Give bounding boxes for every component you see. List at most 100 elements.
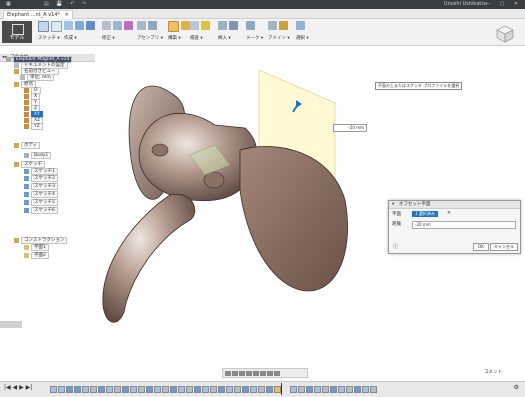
quick-access-toolbar[interactable]: ▤ 💾 ↶ ↷ bbox=[44, 1, 89, 7]
timeline-feature[interactable] bbox=[306, 386, 313, 393]
ok-button[interactable]: OK bbox=[473, 243, 489, 251]
timeline-feature[interactable] bbox=[314, 386, 321, 393]
trunk[interactable] bbox=[102, 193, 196, 323]
timeline-marker[interactable] bbox=[281, 383, 282, 395]
timeline-feature[interactable] bbox=[146, 386, 153, 393]
timeline-feature[interactable] bbox=[330, 386, 337, 393]
timeline-feature[interactable] bbox=[250, 386, 257, 393]
browser-node[interactable]: スケッチ4 bbox=[24, 191, 58, 198]
timeline-feature[interactable] bbox=[290, 386, 297, 393]
timeline-feature[interactable] bbox=[298, 386, 305, 393]
timeline-settings-icon[interactable]: ⚙ bbox=[514, 384, 519, 391]
timeline-feature[interactable] bbox=[66, 386, 73, 393]
ribbon-group-sketch[interactable]: スケッチ ▾ bbox=[38, 21, 62, 43]
ribbon-group-inspect[interactable]: 検査 ▾ bbox=[190, 21, 210, 43]
timeline-feature[interactable] bbox=[122, 386, 129, 393]
browser-node[interactable]: スケッチ6 bbox=[24, 207, 58, 214]
browser-node[interactable]: スケッチ2 bbox=[24, 175, 58, 182]
dialog-collapse-icon[interactable]: ▾ bbox=[392, 201, 394, 208]
timeline-feature[interactable] bbox=[242, 386, 249, 393]
timeline-feature[interactable] bbox=[362, 386, 369, 393]
offset-distance-field[interactable]: -20 mm bbox=[333, 124, 367, 132]
ribbon-group-label: アドイン ▾ bbox=[268, 36, 290, 41]
timeline-feature[interactable] bbox=[322, 386, 329, 393]
browser-node[interactable]: 平面1 bbox=[24, 244, 49, 251]
display-settings-icon[interactable] bbox=[260, 370, 266, 376]
browser-node[interactable]: スケッチ5 bbox=[24, 199, 58, 206]
timeline-feature[interactable] bbox=[138, 386, 145, 393]
timeline-feature[interactable] bbox=[114, 386, 121, 393]
info-icon[interactable]: ⓘ bbox=[393, 243, 398, 250]
ribbon-group-select[interactable]: 選択 ▾ bbox=[296, 21, 309, 43]
timeline-feature[interactable] bbox=[226, 386, 233, 393]
ribbon-group-insert[interactable]: 挿入 ▾ bbox=[218, 21, 238, 43]
workspace-switcher[interactable]: モデル bbox=[2, 21, 32, 43]
timeline-feature[interactable] bbox=[202, 386, 209, 393]
pan-icon[interactable] bbox=[239, 370, 245, 376]
view-cube[interactable] bbox=[495, 24, 515, 44]
timeline-feature[interactable] bbox=[74, 386, 81, 393]
plane-label: 平面 bbox=[392, 212, 401, 217]
timeline-feature[interactable] bbox=[90, 386, 97, 393]
timeline-feature[interactable] bbox=[258, 386, 265, 393]
document-tab[interactable]: Elephant ...nt_A v14* ✕ bbox=[3, 10, 73, 19]
browser-node[interactable]: Body1 bbox=[24, 152, 52, 159]
window-controls[interactable]: — ▢ ✕ bbox=[485, 1, 522, 7]
document-tab-label: Elephant ...nt_A v14* bbox=[7, 12, 60, 18]
distance-input[interactable]: -20 mm bbox=[412, 221, 516, 229]
browser-node[interactable]: 平面2 bbox=[24, 252, 49, 259]
zoom-icon[interactable] bbox=[246, 370, 252, 376]
timeline-feature[interactable] bbox=[162, 386, 169, 393]
timeline-feature[interactable] bbox=[178, 386, 185, 393]
timeline-feature[interactable] bbox=[194, 386, 201, 393]
visibility-icon[interactable] bbox=[6, 57, 11, 62]
timeline-feature[interactable] bbox=[234, 386, 241, 393]
browser-node[interactable]: 単位: mm bbox=[20, 74, 54, 81]
browser-node[interactable]: コンストラクション bbox=[14, 237, 68, 244]
timeline-feature[interactable] bbox=[154, 386, 161, 393]
timeline-feature[interactable] bbox=[58, 386, 65, 393]
ribbon-group-make[interactable]: メーク ▾ bbox=[246, 21, 263, 43]
timeline-feature[interactable] bbox=[266, 386, 273, 393]
timeline-feature[interactable] bbox=[170, 386, 177, 393]
grid-icon[interactable] bbox=[267, 370, 273, 376]
timeline-feature[interactable] bbox=[106, 386, 113, 393]
timeline-feature[interactable] bbox=[186, 386, 193, 393]
comments-label[interactable]: コメント bbox=[484, 369, 502, 375]
timeline-feature[interactable] bbox=[130, 386, 137, 393]
ribbon-group-assemble[interactable]: アセンブリ ▾ bbox=[137, 21, 163, 43]
plane-selection-chip[interactable]: 1 選択済み bbox=[412, 211, 438, 217]
app-menu-icon[interactable]: ▦ bbox=[6, 1, 11, 7]
timeline-feature[interactable] bbox=[370, 386, 377, 393]
timeline-feature[interactable] bbox=[274, 386, 281, 393]
ribbon-group-modify[interactable]: 修正 ▾ bbox=[102, 21, 133, 43]
timeline-feature[interactable] bbox=[98, 386, 105, 393]
viewports-icon[interactable] bbox=[274, 370, 280, 376]
clear-selection-icon[interactable]: ✕ bbox=[447, 211, 451, 216]
user-account[interactable]: Unoshi Ushikatsu bbox=[444, 1, 487, 7]
look-at-icon[interactable] bbox=[232, 370, 238, 376]
timeline-feature[interactable] bbox=[354, 386, 361, 393]
ribbon-group-create[interactable]: 作成 ▾ bbox=[64, 21, 95, 43]
timeline-feature[interactable] bbox=[50, 386, 57, 393]
ribbon-group-addins[interactable]: アドイン ▾ bbox=[268, 21, 290, 43]
timeline-feature[interactable] bbox=[218, 386, 225, 393]
timeline-feature[interactable] bbox=[338, 386, 345, 393]
comments-panel-tab[interactable] bbox=[0, 321, 22, 328]
ribbon-group-construct[interactable]: 構築 ▾ bbox=[168, 21, 190, 43]
eye-left bbox=[151, 143, 169, 157]
timeline-playback-controls[interactable]: |◀ ◀ ▶ ▶| bbox=[4, 384, 32, 391]
browser-node[interactable]: ボディ bbox=[14, 142, 41, 149]
close-tab-icon[interactable]: ✕ bbox=[65, 12, 69, 18]
fit-icon[interactable] bbox=[253, 370, 259, 376]
orbit-icon[interactable] bbox=[225, 370, 231, 376]
timeline-feature[interactable] bbox=[210, 386, 217, 393]
browser-node[interactable]: スケッチ1 bbox=[24, 168, 58, 175]
cancel-button[interactable]: キャンセル bbox=[490, 243, 518, 251]
timeline-feature[interactable] bbox=[346, 386, 353, 393]
timeline-feature[interactable] bbox=[82, 386, 89, 393]
addins-icon bbox=[279, 21, 288, 30]
browser-node[interactable]: YZ bbox=[24, 123, 43, 130]
browser-node[interactable]: スケッチ3 bbox=[24, 183, 58, 190]
browser-node[interactable]: スケッチ bbox=[14, 161, 45, 168]
